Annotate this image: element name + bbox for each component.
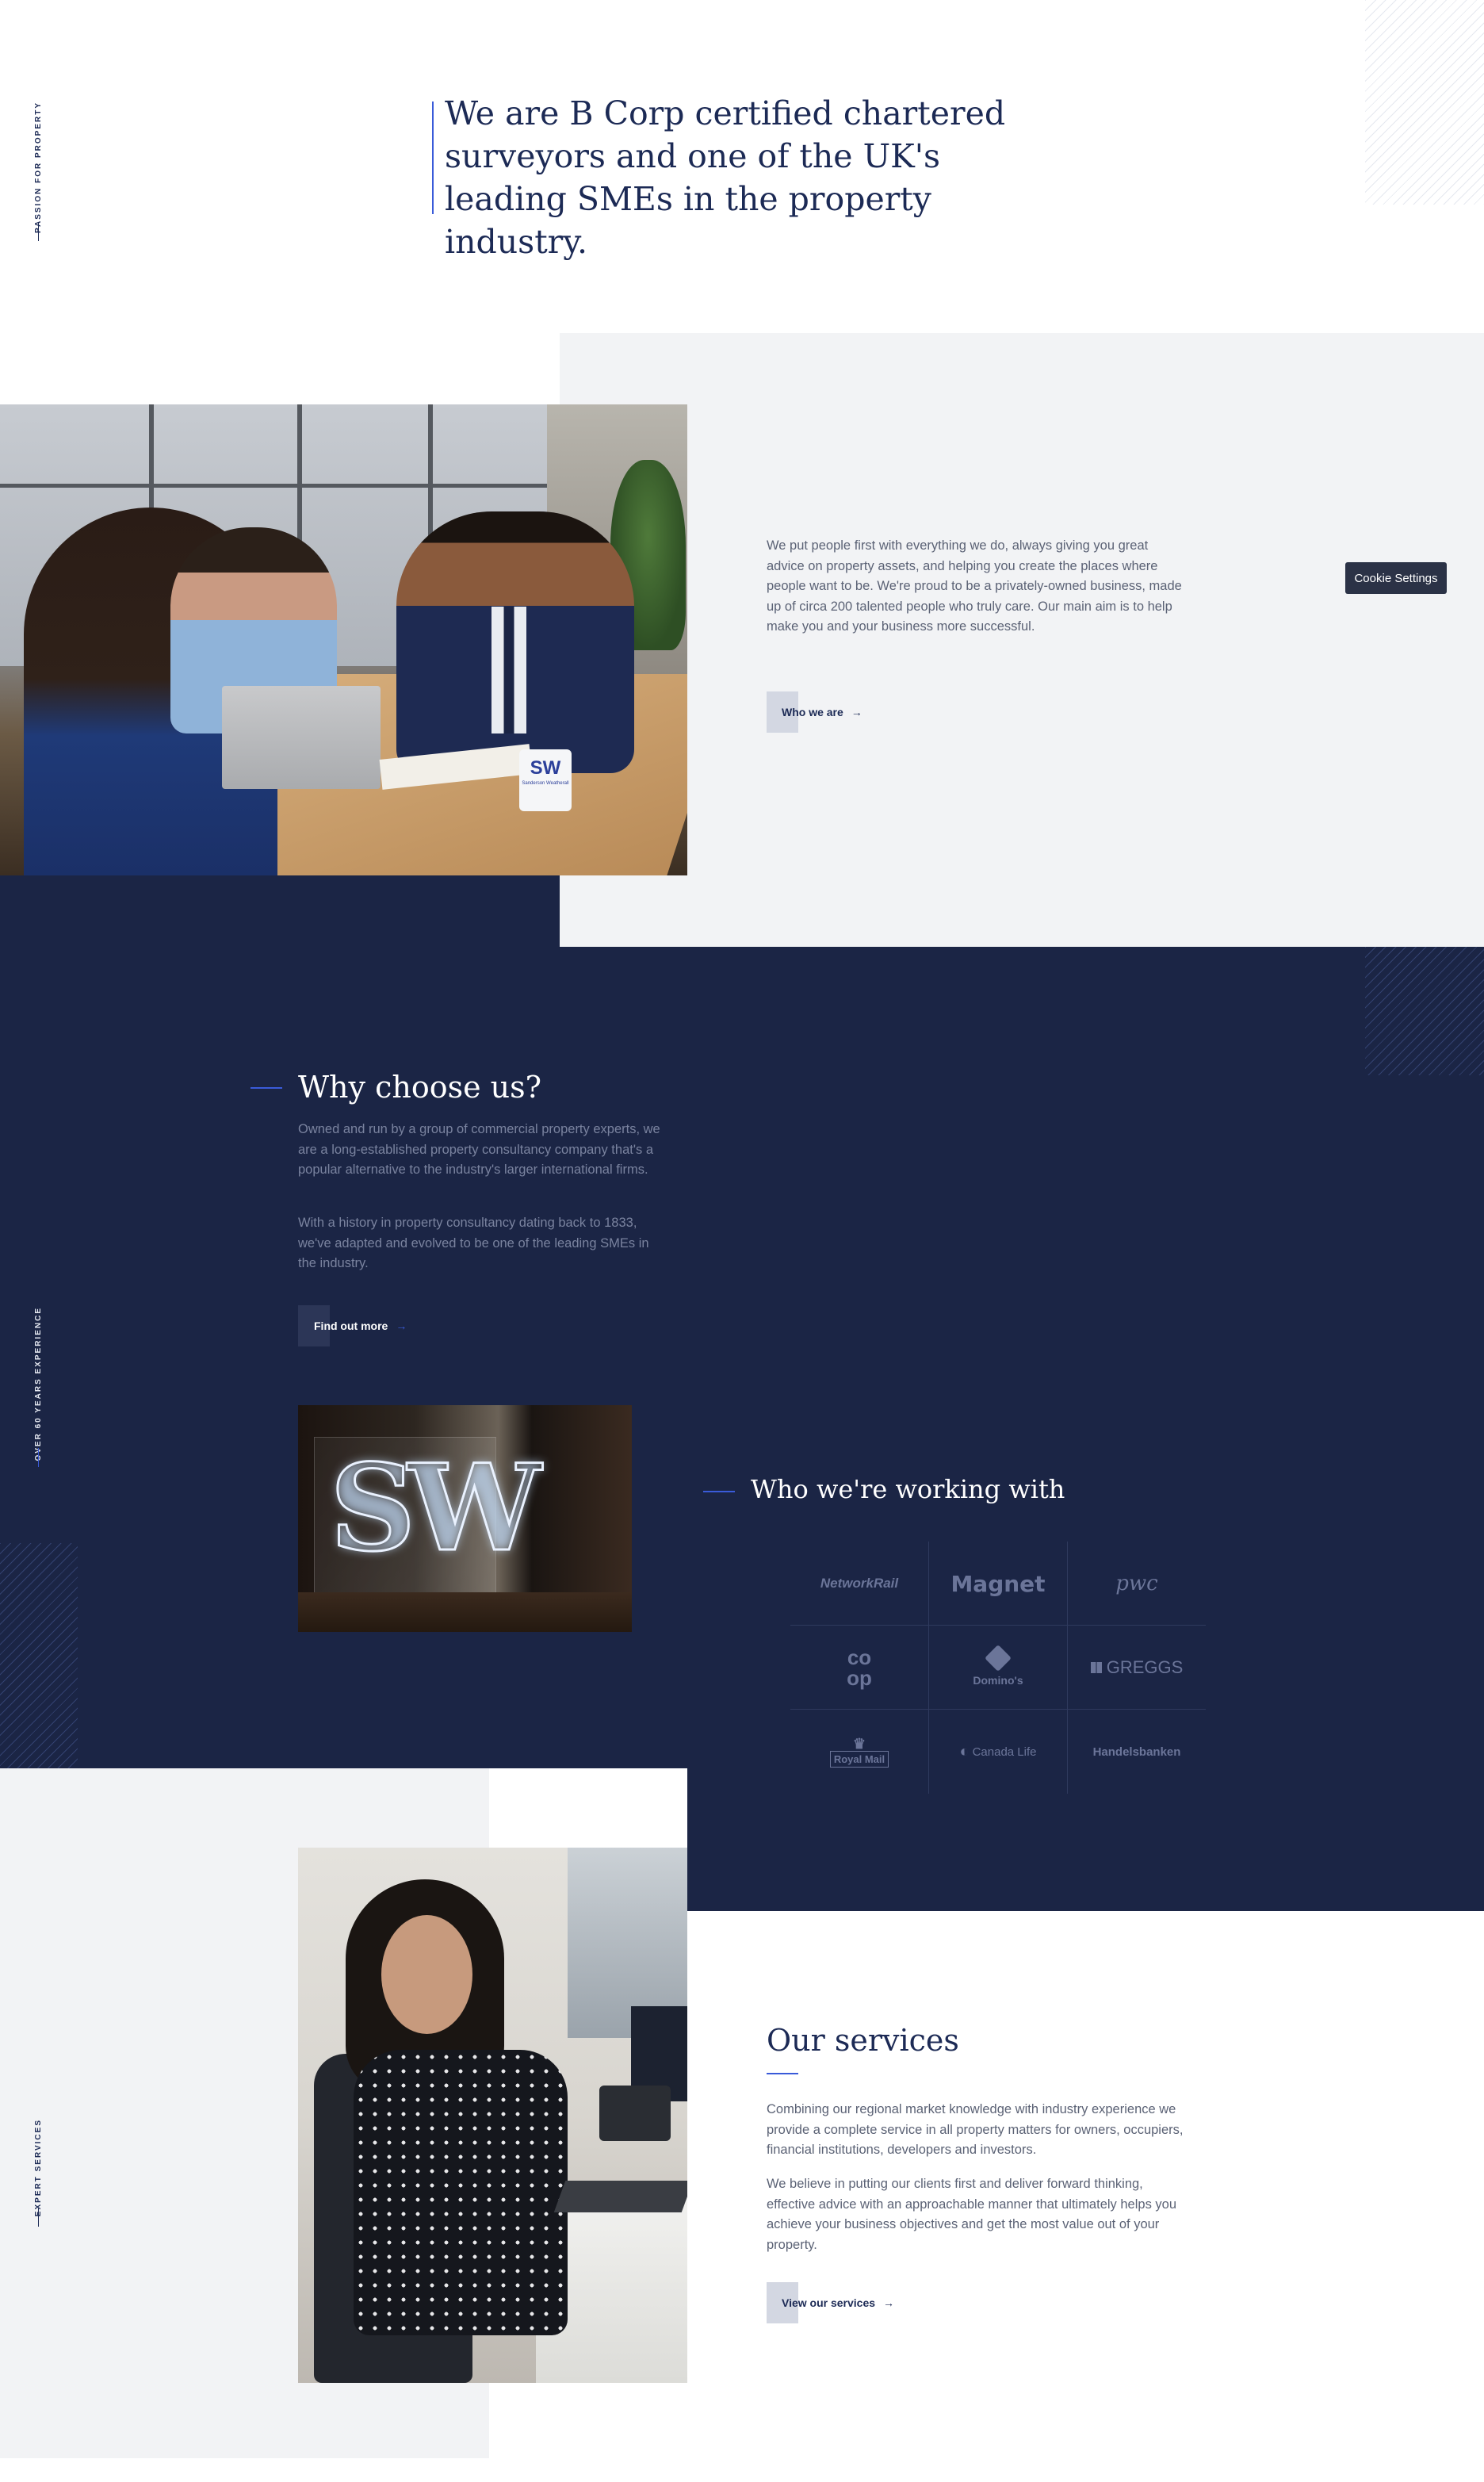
services-heading-underline — [767, 2073, 798, 2074]
hero-heading-bar — [432, 102, 434, 214]
why-bg-left — [0, 875, 560, 947]
services-side-line — [38, 2208, 39, 2227]
logo-greggs: GREGGS — [1068, 1626, 1206, 1710]
greggs-squares-icon — [1090, 1662, 1102, 1673]
logo-network-rail: NetworkRail — [790, 1542, 928, 1626]
logo-coop-text: co op — [847, 1645, 872, 1690]
domino-tile-icon — [985, 1645, 1012, 1672]
find-out-more-label: Find out more — [314, 1320, 388, 1332]
partners-heading: Who we're working with — [751, 1474, 1065, 1504]
logo-canada-life-text: Canada Life — [972, 1745, 1037, 1759]
services-heading: Our services — [767, 2023, 959, 2058]
logo-pwc: pwc — [1068, 1542, 1206, 1626]
partners-grid: NetworkRail Magnet pwc co op Domino's GR… — [790, 1542, 1206, 1794]
arrow-right-icon: → — [396, 1320, 407, 1332]
neon-sign-photo: SW — [298, 1405, 632, 1632]
hero-heading: We are B Corp certified chartered survey… — [445, 94, 1006, 261]
logo-network-rail-text: NetworkRail — [820, 1576, 899, 1591]
neon-floor — [298, 1592, 632, 1632]
woman-face — [381, 1915, 472, 2034]
why-hatch-top-right — [1365, 947, 1484, 1075]
logo-magnet: Magnet — [929, 1542, 1067, 1626]
mug-text: Sanderson Weatherall — [522, 781, 569, 786]
why-heading-dash — [251, 1087, 282, 1089]
cookie-settings-button[interactable]: Cookie Settings — [1345, 562, 1447, 594]
intro-text: We put people first with everything we d… — [767, 538, 1182, 634]
meeting-photo: SW Sanderson Weatherall — [0, 404, 687, 875]
logo-dominos: Domino's — [929, 1626, 1067, 1710]
logo-royal-mail: ♛ Royal Mail — [790, 1710, 928, 1794]
view-our-services-label: View our services — [782, 2296, 876, 2309]
logo-handelsbanken-text: Handelsbanken — [1092, 1745, 1181, 1759]
logo-canada-life: ◐ Canada Life — [929, 1710, 1067, 1794]
why-hatch-left — [0, 1543, 78, 1768]
intro-bg — [560, 333, 1484, 947]
who-we-are-label: Who we are — [782, 706, 843, 718]
laptop — [222, 686, 381, 789]
logo-handelsbanken: Handelsbanken — [1068, 1710, 1206, 1794]
services-paragraph-2: We believe in putting our clients first … — [767, 2177, 1177, 2252]
receptionist-photo — [298, 1848, 687, 2383]
why-bg — [0, 947, 1484, 1768]
logo-royal-mail-text: Royal Mail — [829, 1750, 889, 1768]
mug: SW Sanderson Weatherall — [519, 749, 572, 811]
neon-sign-text: SW — [329, 1438, 543, 1578]
keyboard — [553, 2181, 687, 2212]
woman-dress — [354, 2050, 568, 2335]
hero-side-line — [38, 222, 39, 241]
cookie-settings-label: Cookie Settings — [1354, 571, 1438, 585]
why-side-line — [38, 1448, 39, 1467]
arrow-right-icon: → — [851, 706, 862, 718]
partners-heading-dash — [703, 1491, 735, 1492]
logo-dominos-text: Domino's — [973, 1674, 1023, 1687]
find-out-more-button[interactable]: Find out more → — [298, 1305, 433, 1346]
hero-hatch-decoration — [1365, 0, 1484, 205]
why-heading: Why choose us? — [298, 1070, 542, 1105]
page: Passion for property We are B Corp certi… — [0, 0, 1484, 2482]
view-our-services-button[interactable]: View our services → — [767, 2282, 917, 2323]
arrow-right-icon: → — [883, 2296, 895, 2309]
services-side-label: Expert services — [34, 2119, 43, 2217]
services-paragraph-1: Combining our regional market knowledge … — [767, 2102, 1184, 2157]
desk-phone — [599, 2086, 671, 2141]
logo-coop: co op — [790, 1626, 928, 1710]
crown-icon: ♛ — [852, 1735, 866, 1752]
canada-life-swirl-icon: ◐ — [959, 1742, 970, 1760]
mug-logo: SW — [530, 757, 561, 779]
logo-pwc-text: pwc — [1115, 1572, 1158, 1595]
hero-side-label: Passion for property — [34, 102, 43, 233]
why-paragraph-2: With a history in property consultancy d… — [298, 1216, 649, 1270]
logo-greggs-text: GREGGS — [1106, 1657, 1184, 1677]
logo-magnet-text: Magnet — [950, 1570, 1046, 1597]
shirt — [491, 607, 526, 733]
why-paragraph-1: Owned and run by a group of commercial p… — [298, 1122, 660, 1177]
why-side-label: Over 60 years experience — [34, 1307, 43, 1461]
who-we-are-button[interactable]: Who we are → — [767, 691, 885, 733]
